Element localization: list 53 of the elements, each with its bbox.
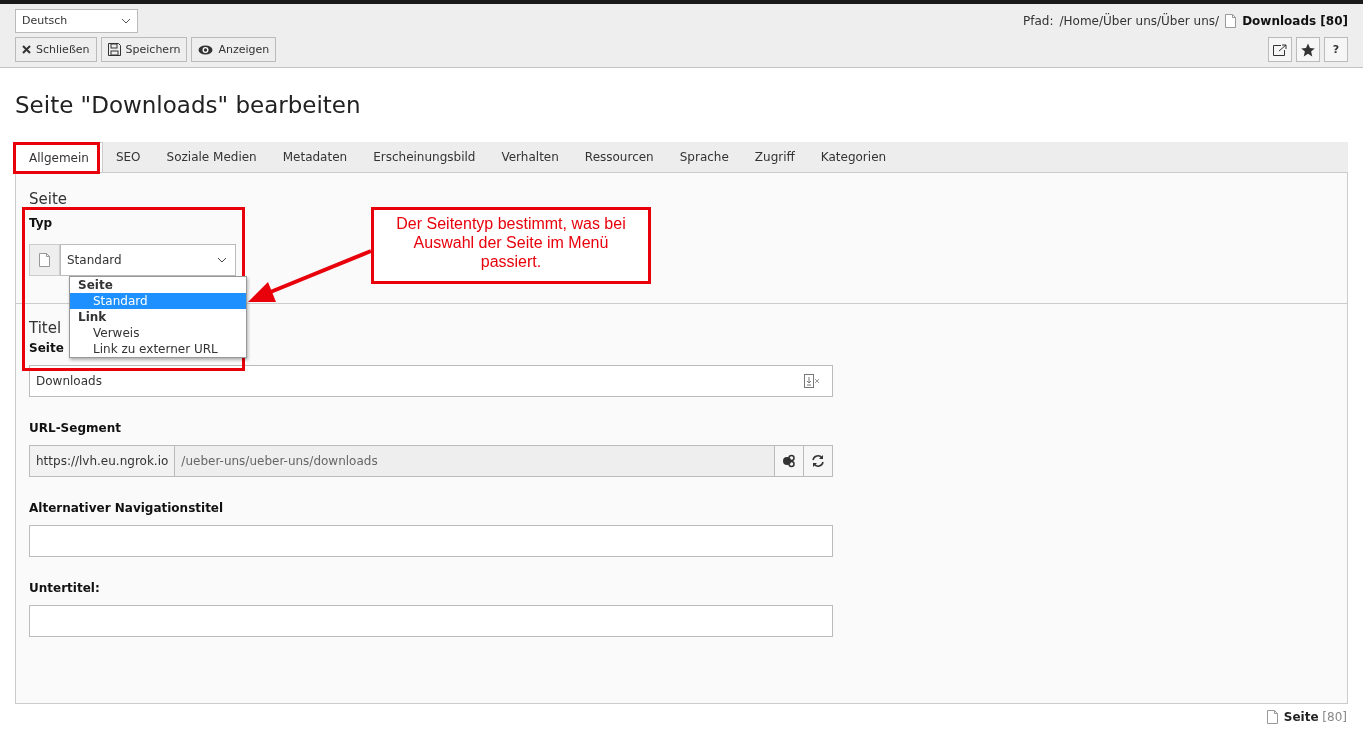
callout-note: Der Seitentyp bestimmt, was bei Auswahl der Seite im Menü passiert. (371, 207, 651, 284)
field-label: Alternativer Navigationstitel (29, 501, 224, 515)
option-group-label: Seite (77, 277, 114, 293)
tab[interactable]: Sprache (666, 142, 742, 172)
section-heading: Seite (29, 190, 68, 208)
view-button[interactable]: Anzeigen (191, 37, 277, 62)
page-icon (39, 253, 50, 267)
tab[interactable]: Ressourcen (571, 142, 667, 172)
bookmark-button[interactable] (1296, 37, 1320, 62)
field-label: URL-Segment (29, 421, 121, 435)
chevron-down-icon (121, 17, 131, 24)
chevron-down-icon (217, 257, 227, 263)
input-field[interactable]: Downloads (29, 365, 833, 397)
star-icon (1301, 42, 1315, 57)
field-label: Typ (29, 216, 53, 230)
page-type-select[interactable]: Standard (60, 244, 236, 276)
help-button[interactable]: ? (1324, 37, 1348, 62)
open-page-button[interactable] (1268, 37, 1292, 62)
save-icon (107, 43, 121, 56)
input-field[interactable] (29, 605, 833, 637)
dropdown-option[interactable]: Verweis (70, 325, 246, 341)
refresh-button[interactable] (804, 445, 833, 477)
path-text: /Home/Über uns/Über uns/ (1059, 13, 1220, 28)
page-icon (1266, 710, 1278, 724)
option-group-label: Link (77, 309, 108, 325)
external-link-icon (1273, 43, 1287, 56)
tab[interactable]: Soziale Medien (153, 142, 270, 172)
path-label: Pfad: (1023, 13, 1054, 28)
url-prefix: https://lvh.eu.ngrok.io (29, 445, 176, 477)
save-button[interactable]: Speichern (100, 37, 188, 62)
toggle-edit-button[interactable] (775, 445, 804, 477)
dropdown-option[interactable]: Link zu externer URL (70, 341, 246, 357)
tab[interactable]: Kategorien (807, 142, 900, 172)
eye-icon (198, 44, 214, 55)
tab[interactable]: SEO (102, 142, 154, 172)
record-info: Seite [80] (1283, 710, 1347, 724)
field-label: Untertitel: (29, 581, 100, 595)
close-button[interactable]: Schließen (15, 37, 97, 62)
language-select[interactable]: Deutsch (15, 8, 138, 33)
close-icon (22, 45, 31, 54)
clear-field-icon[interactable] (804, 374, 820, 388)
tab[interactable]: Metadaten (269, 142, 361, 172)
refresh-icon (811, 454, 825, 468)
url-segment-field[interactable]: /ueber-uns/ueber-uns/downloads (175, 445, 775, 477)
page-title: Seite "Downloads" bearbeiten (15, 92, 362, 118)
tab[interactable]: Erscheinungsbild (360, 142, 489, 172)
input-field[interactable] (29, 525, 833, 557)
tab[interactable]: Verhalten (488, 142, 572, 172)
section-heading: Titel (29, 319, 62, 337)
field-label: Seite (29, 341, 64, 355)
page-icon (1225, 13, 1237, 28)
page-name: Downloads [80] (1242, 13, 1348, 28)
tab[interactable]: Zugriff (741, 142, 808, 172)
